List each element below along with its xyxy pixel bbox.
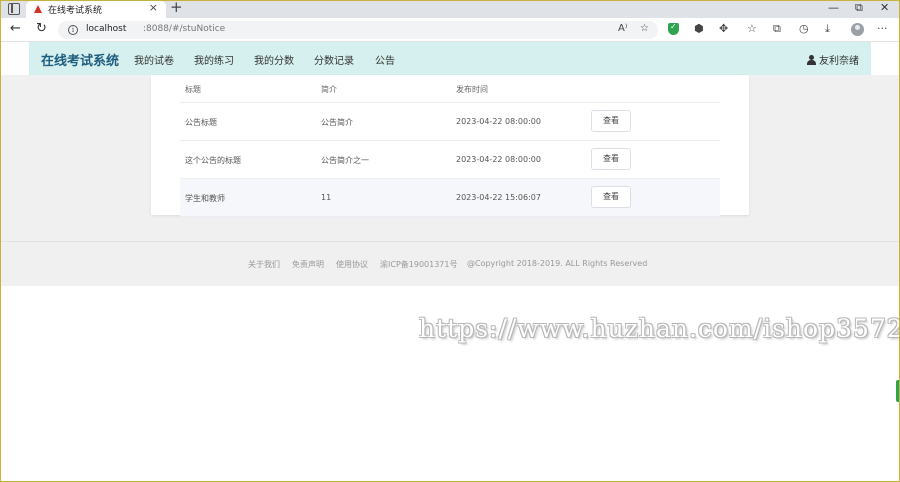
footer-link-about[interactable]: 关于我们 bbox=[248, 259, 280, 270]
view-button[interactable]: 查看 bbox=[591, 148, 631, 170]
favorites-icon[interactable]: ☆ bbox=[747, 22, 757, 35]
footer-link-disclaimer[interactable]: 免责声明 bbox=[292, 259, 324, 270]
cell-time: 2023-04-22 08:00:00 bbox=[456, 117, 541, 126]
column-header-title: 标题 bbox=[185, 85, 201, 94]
downloads-icon[interactable]: ⤓ bbox=[825, 22, 830, 36]
table-row: 公告标题 公告简介 2023-04-22 08:00:00 查看 bbox=[180, 103, 720, 141]
new-tab-button[interactable]: + bbox=[170, 0, 183, 16]
add-favorite-icon[interactable]: ☆ bbox=[640, 23, 649, 34]
site-logo[interactable]: 在线考试系统 bbox=[41, 50, 119, 69]
column-header-time: 发布时间 bbox=[456, 85, 488, 94]
cell-intro: 公告简介 bbox=[321, 118, 353, 127]
view-button[interactable]: 查看 bbox=[591, 186, 631, 208]
footer-icp[interactable]: 渝ICP备19001371号 bbox=[380, 259, 458, 270]
site-header: 在线考试系统 我的试卷 我的练习 我的分数 分数记录 公告 友利奈绪 bbox=[29, 42, 871, 75]
site-info-icon[interactable]: i bbox=[68, 25, 78, 35]
cell-time: 2023-04-22 08:00:00 bbox=[456, 155, 541, 164]
browser-toolbar: ← ↻ i localhost :8088/#/stuNotice A⁾ ☆ ⬢… bbox=[0, 18, 900, 42]
browser-tab[interactable]: 在线考试系统 × bbox=[26, 1, 166, 18]
footer-link-terms[interactable]: 使用协议 bbox=[336, 259, 368, 270]
notice-table-card: 标题 简介 发布时间 公告标题 公告简介 2023-04-22 08:00:00… bbox=[151, 75, 749, 217]
minimize-button[interactable]: — bbox=[828, 1, 839, 14]
page-content: 在线考试系统 我的试卷 我的练习 我的分数 分数记录 公告 友利奈绪 标题 简介… bbox=[0, 42, 900, 482]
nav-my-scores[interactable]: 我的分数 bbox=[254, 52, 294, 67]
watermark-text: https://www.huzhan.com/ishop3572 bbox=[419, 314, 900, 343]
cell-time: 2023-04-22 15:06:07 bbox=[456, 193, 541, 202]
tab-title: 在线考试系统 bbox=[48, 6, 103, 16]
cell-title: 这个公告的标题 bbox=[185, 156, 241, 165]
restore-button[interactable]: ⧉ bbox=[855, 1, 863, 15]
cell-intro: 公告简介之一 bbox=[321, 156, 369, 165]
adblock-extension-icon[interactable] bbox=[668, 22, 679, 35]
back-icon[interactable]: ← bbox=[10, 21, 21, 36]
view-button[interactable]: 查看 bbox=[591, 110, 631, 132]
table-header: 标题 简介 发布时间 bbox=[180, 75, 720, 103]
site-favicon-icon bbox=[34, 5, 42, 13]
window-menu-icon[interactable] bbox=[8, 3, 20, 15]
nav-notices[interactable]: 公告 bbox=[375, 52, 395, 67]
side-widget-tab[interactable] bbox=[896, 380, 900, 402]
user-name: 友利奈绪 bbox=[819, 56, 859, 67]
url-host: localhost bbox=[86, 24, 127, 34]
cell-title: 公告标题 bbox=[185, 118, 217, 127]
table-row: 这个公告的标题 公告简介之一 2023-04-22 08:00:00 查看 bbox=[180, 141, 720, 179]
column-header-intro: 简介 bbox=[321, 85, 337, 94]
collections-icon[interactable]: ⧉ bbox=[773, 22, 781, 36]
nav-my-papers[interactable]: 我的试卷 bbox=[134, 52, 174, 67]
profile-avatar-icon[interactable] bbox=[851, 23, 864, 36]
cell-title: 学生和教师 bbox=[185, 194, 225, 203]
history-icon[interactable]: ◷ bbox=[799, 22, 809, 35]
table-row: 学生和教师 11 2023-04-22 15:06:07 查看 bbox=[180, 179, 720, 217]
nav-my-practice[interactable]: 我的练习 bbox=[194, 52, 234, 67]
extensions-puzzle-icon[interactable]: ✥ bbox=[719, 22, 728, 35]
more-menu-icon[interactable]: ··· bbox=[877, 22, 888, 35]
address-bar[interactable]: i localhost :8088/#/stuNotice A⁾ ☆ bbox=[58, 21, 658, 39]
footer-divider bbox=[0, 241, 900, 242]
extension-icon[interactable]: ⬢ bbox=[694, 22, 704, 35]
refresh-icon[interactable]: ↻ bbox=[36, 21, 47, 36]
browser-tab-strip: 在线考试系统 × + — ⧉ ✕ bbox=[0, 0, 900, 18]
footer-copyright: @Copyright 2018-2019. ALL Rights Reserve… bbox=[467, 259, 648, 268]
nav-score-records[interactable]: 分数记录 bbox=[314, 52, 354, 67]
url-path: :8088/#/stuNotice bbox=[143, 24, 226, 34]
user-icon bbox=[807, 55, 816, 65]
cell-intro: 11 bbox=[321, 193, 332, 202]
close-window-button[interactable]: ✕ bbox=[880, 1, 889, 14]
read-aloud-icon[interactable]: A⁾ bbox=[618, 23, 627, 34]
close-tab-icon[interactable]: × bbox=[149, 1, 158, 14]
user-menu[interactable]: 友利奈绪 bbox=[807, 52, 859, 67]
